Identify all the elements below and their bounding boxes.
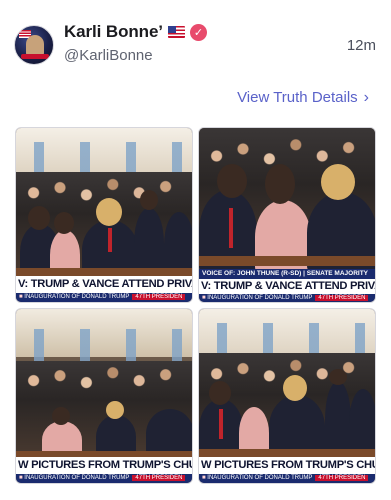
media-tile-2[interactable]: VOICE OF: JOHN THUNE (R-SD) | SENATE MAJ…	[198, 127, 376, 303]
details-link-label: View Truth Details	[237, 89, 358, 106]
red-tie-graphic	[219, 409, 223, 439]
church-windows-graphic	[199, 323, 375, 357]
media-grid: V: TRUMP & VANCE ATTEND PRIVATE CHUI ■ I…	[15, 127, 376, 487]
chyron-ticker-text: INAUGURATION OF DONALD TRUMP	[207, 475, 313, 481]
chyron-ticker: ■ INAUGURATION OF DONALD TRUMP 47TH PRESI…	[16, 474, 192, 483]
view-truth-details-link[interactable]: View Truth Details ›	[237, 89, 369, 106]
chyron-headline: W PICTURES FROM TRUMP'S CHURCH	[16, 457, 192, 474]
pew-graphic	[199, 256, 375, 266]
media-tile-4[interactable]: W PICTURES FROM TRUMP'S CHURCH ■ INAUGUR…	[198, 308, 376, 484]
attendee-head	[217, 164, 247, 198]
media-tile-1[interactable]: V: TRUMP & VANCE ATTEND PRIVATE CHUI ■ I…	[15, 127, 193, 303]
chyron-ticker: ■ INAUGURATION OF DONALD TRUMP 47TH PRESI…	[199, 474, 375, 483]
chyron-badge: 47TH PRESIDEN	[132, 294, 186, 300]
chyron-badge: 47TH PRESIDEN	[315, 295, 369, 301]
church-windows-graphic	[16, 142, 192, 176]
chyron-headline: V: TRUMP & VANCE ATTEND PRIVATE CHUI	[16, 276, 192, 293]
church-windows-graphic	[16, 329, 192, 363]
chevron-right-icon: ›	[363, 88, 369, 106]
chyron-ticker-text: INAUGURATION OF DONALD TRUMP	[207, 295, 313, 301]
attendee-head	[52, 407, 70, 425]
us-flag-icon	[167, 26, 185, 38]
attendee-head	[106, 401, 124, 419]
attendee-head	[209, 381, 231, 405]
chyron-ticker: ■ INAUGURATION OF DONALD TRUMP 47TH PRESI…	[199, 294, 375, 302]
chyron-badge: 47TH PRESIDEN	[315, 475, 369, 481]
attendee-head	[329, 369, 347, 385]
attendee-head	[54, 212, 74, 234]
post-header: Karli Bonne’ ✓ @KarliBonne 12m	[0, 0, 391, 88]
attendee-head	[321, 164, 355, 200]
attendee-head	[140, 190, 158, 210]
attendee-head	[96, 198, 122, 226]
avatar[interactable]	[14, 25, 54, 65]
avatar-banner-graphic	[21, 54, 49, 59]
attendee-head	[265, 164, 295, 204]
chyron-ticker-text: INAUGURATION OF DONALD TRUMP	[24, 294, 130, 300]
user-handle[interactable]: @KarliBonne	[64, 47, 153, 64]
attendee-figure	[325, 381, 351, 459]
red-tie-graphic	[108, 228, 112, 252]
verified-badge-icon: ✓	[189, 23, 207, 41]
chyron-headline: V: TRUMP & VANCE ATTEND PRIVATE CHURC	[199, 279, 375, 294]
chyron-topline: VOICE OF: JOHN THUNE (R-SD) | SENATE MAJ…	[199, 269, 375, 279]
chyron-ticker-text: INAUGURATION OF DONALD TRUMP	[24, 475, 130, 481]
chyron-headline: W PICTURES FROM TRUMP'S CHURCH	[199, 457, 375, 474]
attendee-head	[283, 375, 307, 401]
chyron-badge: 47TH PRESIDEN	[132, 475, 186, 481]
attendee-head	[28, 206, 50, 230]
media-tile-3[interactable]: W PICTURES FROM TRUMP'S CHURCH ■ INAUGUR…	[15, 308, 193, 484]
red-tie-graphic	[229, 208, 233, 248]
post-timestamp: 12m	[346, 37, 376, 54]
chyron-ticker: ■ INAUGURATION OF DONALD TRUMP 47TH PRESI…	[16, 293, 192, 302]
display-name[interactable]: Karli Bonne’	[64, 22, 163, 42]
name-row: Karli Bonne’ ✓	[64, 22, 207, 42]
